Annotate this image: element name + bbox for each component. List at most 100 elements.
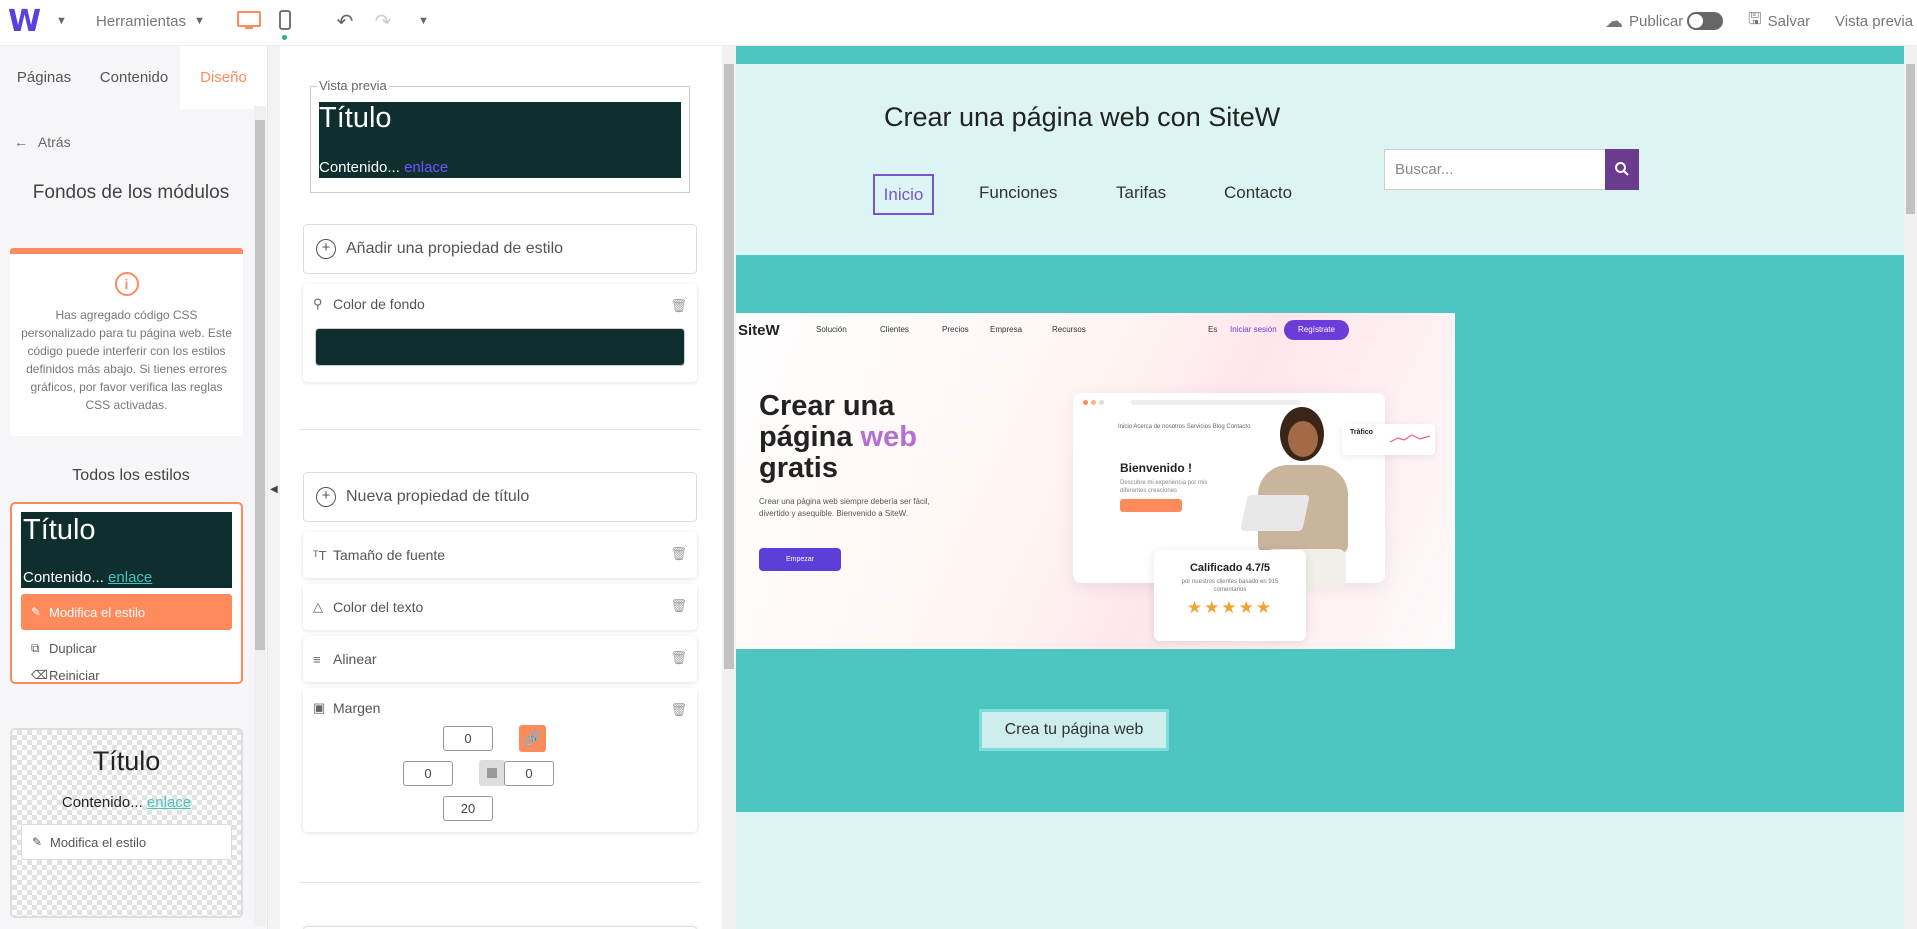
margin-right-input[interactable]: 0 <box>504 761 554 786</box>
sidebar-scrollbar[interactable] <box>254 106 266 926</box>
preview-button[interactable]: Vista previa <box>1835 0 1913 42</box>
tab-content[interactable]: Contenido <box>88 46 180 109</box>
mockup-nav: Inicio Acerca de nosotros Servicios Blog… <box>1118 424 1251 430</box>
collapse-sidebar-handle[interactable]: ◀ <box>268 46 280 929</box>
image-login: Iniciar sesión <box>1230 325 1277 334</box>
margin-top-input[interactable]: 0 <box>443 726 493 751</box>
align-icon: ≡ <box>313 651 321 667</box>
publish-control[interactable]: ☁ Publicar <box>1605 0 1724 42</box>
image-lang: Es <box>1208 325 1218 334</box>
image-nav-item: Solución <box>816 325 847 334</box>
nav-item-funciones[interactable]: Funciones <box>979 183 1057 203</box>
save-button[interactable]: 🖫 Salvar <box>1748 0 1810 42</box>
logo-menu-chevron-icon[interactable]: ▼ <box>56 0 67 42</box>
tools-menu[interactable]: Herramientas ▼ <box>96 0 205 42</box>
modify-style-button[interactable]: ✎ Modifica el estilo <box>21 594 232 630</box>
create-site-button[interactable]: Crea tu página web <box>979 709 1169 751</box>
info-icon: i <box>114 272 139 296</box>
nav-item-inicio[interactable]: Inicio <box>873 174 934 215</box>
margin-left-input[interactable]: 0 <box>403 761 453 786</box>
css-warning-box: i Has agregado código CSS personalizado … <box>10 248 243 436</box>
align-property[interactable]: ≡ Alinear 🗑 <box>303 636 697 682</box>
bg-color-property: ⚲ Color de fondo 🗑 <box>303 284 697 382</box>
sidebar-tabs: Páginas Contenido Diseño <box>0 46 267 109</box>
top-toolbar: W ▼ Herramientas ▼ ↶ ↷ ▼ ☁ Publicar 🖫 Sa… <box>0 0 1917 46</box>
back-link[interactable]: ← Atrás <box>14 134 71 150</box>
history-chevron-icon[interactable]: ▼ <box>418 0 429 42</box>
save-label: Salvar <box>1767 12 1811 30</box>
image-nav-item: Recursos <box>1052 325 1086 334</box>
style-card-dark[interactable]: Título Contenido... enlace ✎ Modifica el… <box>10 502 243 684</box>
trash-icon[interactable]: 🗑 <box>670 546 687 562</box>
pencil-icon: ✎ <box>31 605 42 619</box>
image-heading: Crear una página web gratis <box>759 390 917 484</box>
warning-text: Has agregado código CSS personalizado pa… <box>21 308 232 412</box>
publish-label: Publicar <box>1629 12 1684 30</box>
style-preview-title: Título <box>92 746 161 776</box>
all-styles-heading: Todos los estilos <box>72 467 190 484</box>
style-preview-content: Contenido... enlace <box>61 794 192 811</box>
sitew-homepage-image[interactable]: SiteW Solución Clientes Precios Empresa … <box>736 313 1455 649</box>
design-sidebar: Páginas Contenido Diseño ← Atrás Fondos … <box>0 46 268 929</box>
trash-icon[interactable]: 🗑 <box>670 298 687 314</box>
plus-circle-icon: + <box>316 487 336 507</box>
active-view-indicator <box>282 35 287 40</box>
style-preview-dark: Título Contenido... enlace <box>21 512 232 588</box>
redo-icon[interactable]: ↷ <box>368 0 398 42</box>
font-size-icon: ᵀT <box>313 547 327 563</box>
chevron-down-icon: ▼ <box>194 15 205 27</box>
modify-style-button[interactable]: ✎ Modifica el estilo <box>21 824 232 860</box>
rating-subtitle: por nuestros clientes basado en 915 come… <box>1181 579 1279 593</box>
mockup-subtitle: Descubre mi experiencia por mis diferent… <box>1120 480 1208 494</box>
preview-label: Vista previa <box>317 78 389 93</box>
style-preview-content: Contenido... enlace <box>23 569 153 586</box>
sitew-logo[interactable]: W <box>8 0 41 42</box>
nav-item-contacto[interactable]: Contacto <box>1224 183 1292 203</box>
plus-circle-icon: + <box>316 239 336 259</box>
style-card-transparent[interactable]: Título Contenido... enlace ✎ Modifica el… <box>10 728 243 918</box>
sitew-image-logo: SiteW <box>738 322 780 339</box>
preview-title: Título <box>319 102 392 134</box>
tab-pages[interactable]: Páginas <box>0 46 88 109</box>
add-style-property-button[interactable]: + Añadir una propiedad de estilo <box>303 224 697 274</box>
traffic-card: Tráfico <box>1342 424 1435 455</box>
trash-icon[interactable]: 🗑 <box>670 702 687 718</box>
image-nav-item: Precios <box>942 325 969 334</box>
section-title: Fondos de los módulos <box>32 182 230 203</box>
style-preview-frame: Vista previa Título Contenido... enlace <box>310 78 690 193</box>
site-top-band <box>736 46 1904 64</box>
margin-bottom-input[interactable]: 20 <box>443 796 493 821</box>
trash-icon[interactable]: 🗑 <box>670 650 687 666</box>
editor-scrollbar[interactable] <box>722 46 736 929</box>
text-color-property[interactable]: △ Color del texto 🗑 <box>303 584 697 630</box>
preview-scrollbar[interactable] <box>1904 46 1917 929</box>
site-search-input[interactable]: Buscar... <box>1384 149 1607 190</box>
image-nav-item: Empresa <box>990 325 1023 334</box>
undo-icon[interactable]: ↶ <box>330 0 360 42</box>
style-editor-panel: Vista previa Título Contenido... enlace … <box>280 46 722 929</box>
search-icon[interactable] <box>1605 149 1639 190</box>
paint-bucket-icon: ⚲ <box>313 296 323 311</box>
rating-title: Calificado 4.7/5 <box>1189 562 1271 574</box>
nav-item-tarifas[interactable]: Tarifas <box>1116 183 1166 203</box>
text-color-icon: △ <box>313 599 323 614</box>
new-title-property-button[interactable]: + Nueva propiedad de título <box>303 472 697 522</box>
margin-icon: ▣ <box>313 700 326 715</box>
style-preview-title: Título <box>23 514 96 546</box>
font-size-property[interactable]: ᵀT Tamaño de fuente 🗑 <box>303 532 697 578</box>
save-disk-icon: 🖫 <box>1748 10 1762 28</box>
reset-button[interactable]: ⌫ Reiniciar <box>21 657 232 693</box>
mockup-welcome: Bienvenido ! <box>1120 461 1193 475</box>
margin-center-icon <box>479 760 505 786</box>
publish-toggle[interactable] <box>1687 12 1724 30</box>
arrow-left-icon: ← <box>14 134 28 150</box>
rating-stars-icon: ★★★★★ <box>1186 598 1274 617</box>
chevron-left-icon: ◀ <box>270 484 278 495</box>
trash-icon[interactable]: 🗑 <box>670 598 687 614</box>
site-title[interactable]: Crear una página web con SiteW <box>884 102 1280 133</box>
link-chain-icon[interactable]: 🔗 <box>519 725 546 752</box>
tab-design[interactable]: Diseño <box>180 46 267 109</box>
bg-color-picker[interactable] <box>315 328 685 366</box>
eraser-icon: ⌫ <box>31 668 48 682</box>
desktop-view-icon[interactable] <box>234 0 264 42</box>
